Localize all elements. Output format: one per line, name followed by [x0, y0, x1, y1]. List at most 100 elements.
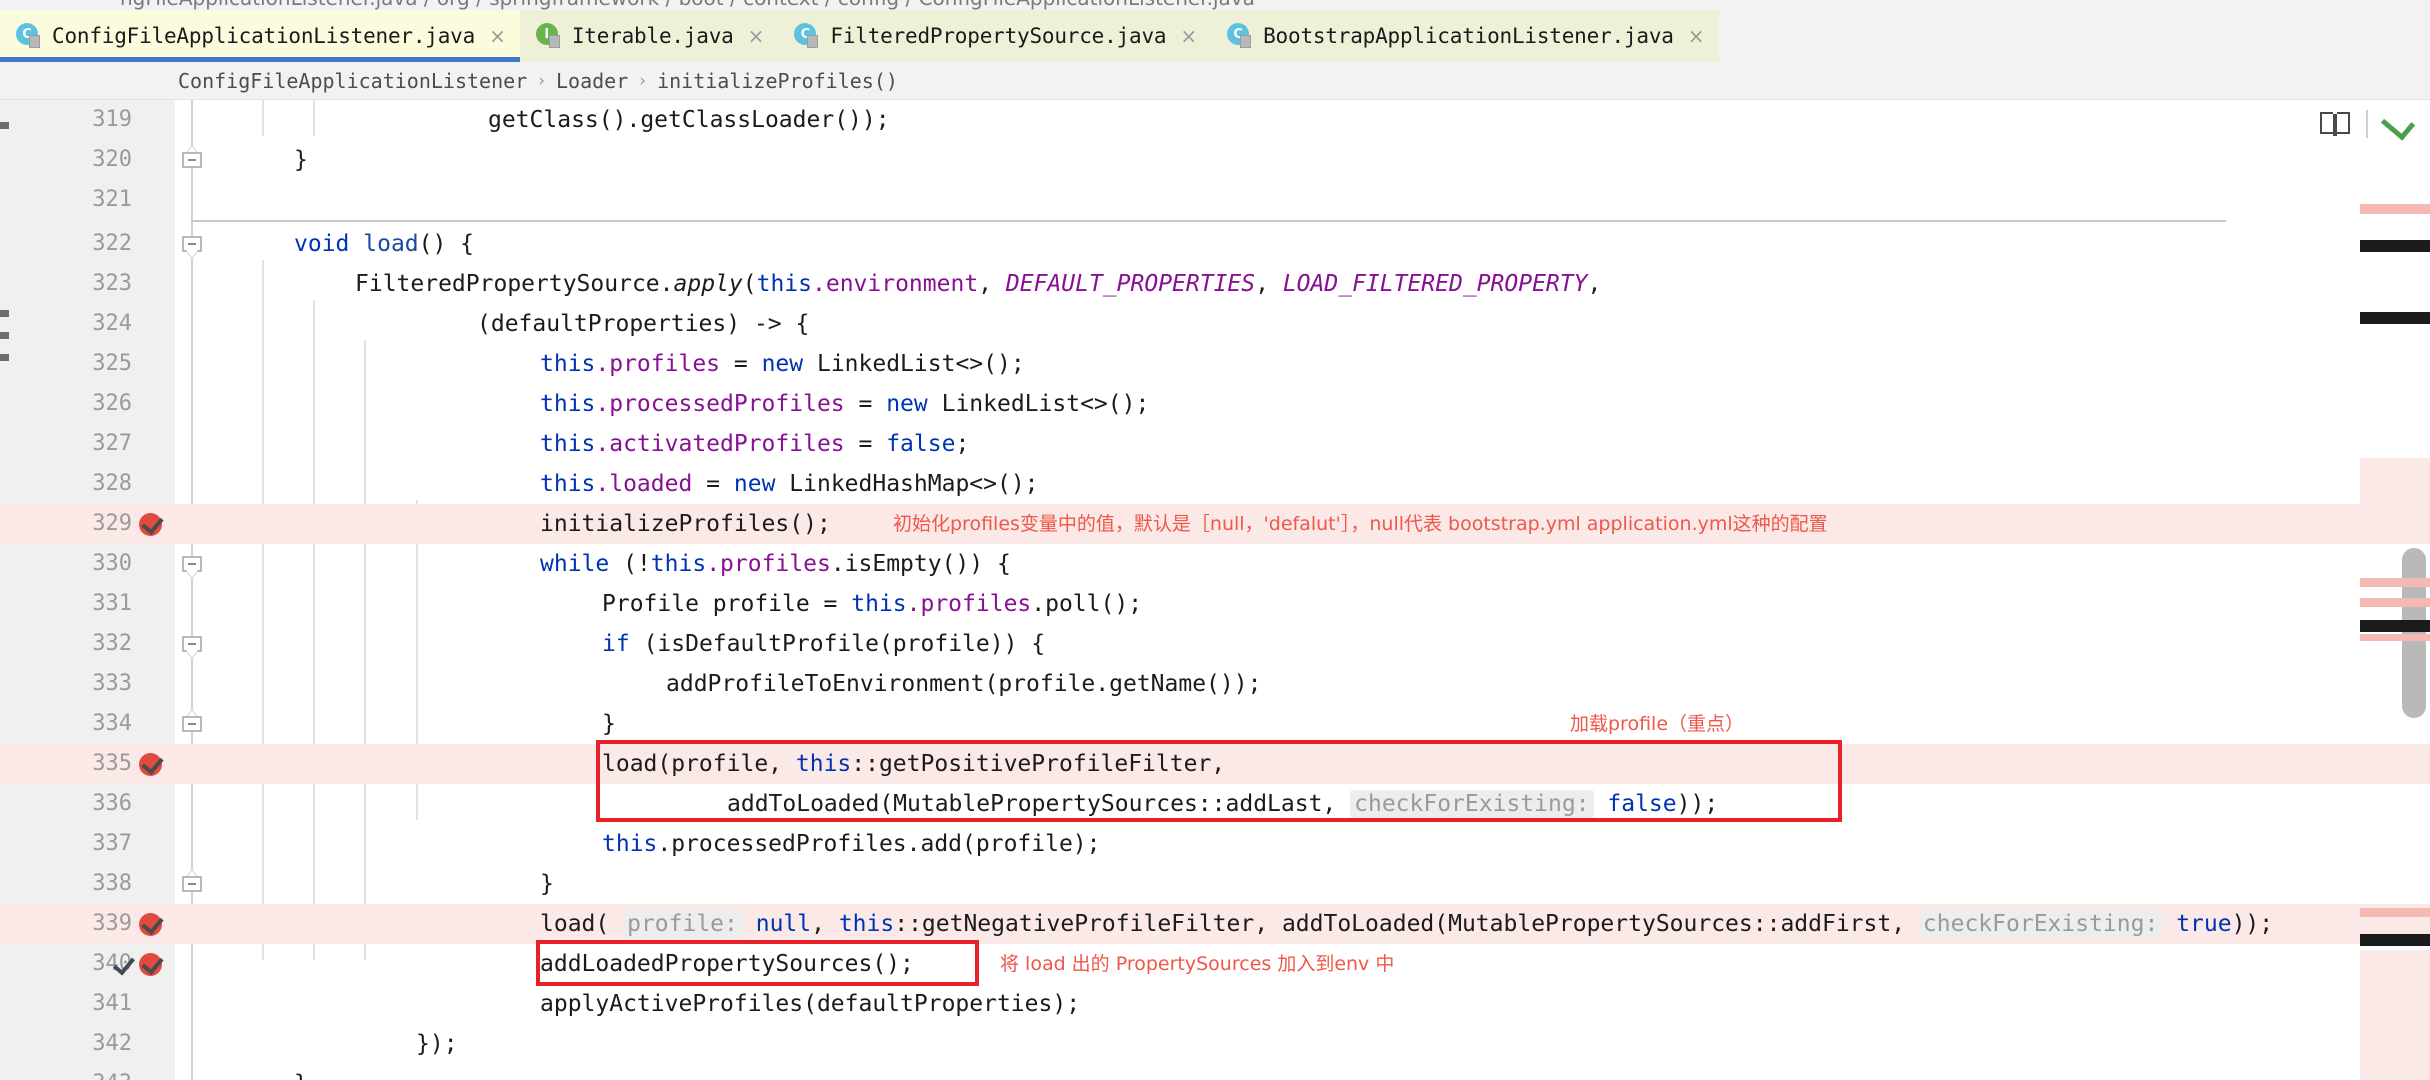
- token-const-load-filtered-property: LOAD_FILTERED_PROPERTY: [1282, 271, 1588, 297]
- close-icon[interactable]: ×: [1180, 26, 1197, 46]
- code-line[interactable]: 319 getClass().getClassLoader());: [0, 100, 2430, 140]
- token-method-apply: apply: [673, 271, 743, 297]
- code-line[interactable]: 324 (defaultProperties) -> {: [0, 304, 2430, 344]
- comment-initialize-profiles: 初始化profiles变量中的值，默认是［null，'defalut'］，nul…: [893, 513, 1828, 535]
- fold-expand-icon[interactable]: [182, 636, 202, 658]
- gutter-icons[interactable]: [48, 824, 174, 864]
- code-line[interactable]: 335 load(profile, this::getPositiveProfi…: [0, 744, 2430, 784]
- code-line[interactable]: 338 }: [0, 864, 2430, 904]
- breadcrumb-item-method[interactable]: initializeProfiles(): [657, 69, 898, 93]
- gutter-icons[interactable]: [48, 1024, 174, 1064]
- code-line[interactable]: 325 this.profiles = new LinkedList<>();: [0, 344, 2430, 384]
- editor-left-markers: [0, 100, 10, 1080]
- gutter-icons[interactable]: [48, 1064, 174, 1080]
- code-line[interactable]: 341 applyActiveProfiles(defaultPropertie…: [0, 984, 2430, 1024]
- gutter-icons[interactable]: [48, 704, 174, 744]
- gutter-icons[interactable]: [48, 424, 174, 464]
- code-line[interactable]: 321: [0, 180, 2430, 220]
- breakpoint-icon[interactable]: [139, 913, 162, 936]
- fold-collapse-icon[interactable]: [182, 710, 202, 736]
- gutter-icons[interactable]: [48, 744, 174, 784]
- close-icon[interactable]: ×: [1688, 26, 1705, 46]
- code-editor[interactable]: 319 getClass().getClassLoader()); 320 } …: [0, 100, 2430, 1080]
- gutter-icons[interactable]: [48, 100, 174, 140]
- tab-label: BootstrapApplicationListener.java: [1263, 24, 1674, 48]
- code-line[interactable]: 328 this.loaded = new LinkedHashMap<>();: [0, 464, 2430, 504]
- book-icon[interactable]: [2320, 112, 2350, 136]
- token-field-profiles: .profiles: [906, 591, 1032, 617]
- breakpoint-icon[interactable]: [139, 953, 162, 976]
- scroll-marker: [2360, 908, 2430, 917]
- code-line[interactable]: 343 }: [0, 1064, 2430, 1080]
- code-line[interactable]: 334 } 加载profile（重点）: [0, 704, 2430, 744]
- breadcrumb-item-inner-class[interactable]: Loader: [556, 69, 628, 93]
- scrollbar-thumb[interactable]: [2402, 548, 2426, 718]
- gutter-icons[interactable]: [48, 944, 174, 984]
- fold-expand-icon[interactable]: [182, 556, 202, 578]
- gutter-icons[interactable]: [48, 504, 174, 544]
- token-tail: ));: [2231, 911, 2274, 937]
- token-keyword-true: true: [2176, 911, 2232, 937]
- code-line[interactable]: 332 if (isDefaultProfile(profile)) {: [0, 624, 2430, 664]
- token-field-profiles: .profiles: [595, 351, 721, 377]
- fold-collapse-icon[interactable]: [182, 146, 202, 172]
- gutter-icons[interactable]: [48, 584, 174, 624]
- tab-configfileapplicationlistener[interactable]: C ConfigFileApplicationListener.java ×: [0, 10, 520, 62]
- tab-filteredpropertysource[interactable]: C FilteredPropertySource.java ×: [778, 10, 1212, 62]
- fold-expand-icon[interactable]: [182, 236, 202, 258]
- code-line[interactable]: 329 initializeProfiles(); 初始化profiles变量中…: [0, 504, 2430, 544]
- code-line[interactable]: 326 this.processedProfiles = new LinkedL…: [0, 384, 2430, 424]
- tab-iterable[interactable]: I Iterable.java ×: [519, 10, 779, 62]
- code-line[interactable]: 339 load( profile: null, this::getNegati…: [0, 904, 2430, 944]
- code-line[interactable]: 331 Profile profile = this.profiles.poll…: [0, 584, 2430, 624]
- gutter-icons[interactable]: [48, 664, 174, 704]
- token-method-load: load: [363, 231, 419, 257]
- code-line[interactable]: 337 this.processedProfiles.add(profile);: [0, 824, 2430, 864]
- gutter-icons[interactable]: [48, 224, 174, 264]
- code-text: });: [416, 1031, 458, 1057]
- breadcrumb-item-class[interactable]: ConfigFileApplicationListener: [178, 69, 527, 93]
- fold-collapse-icon[interactable]: [182, 870, 202, 896]
- gutter-icons[interactable]: [48, 180, 174, 220]
- breakpoint-icon[interactable]: [139, 753, 162, 776]
- code-line[interactable]: 340 addLoadedPropertySources(); 将 load 出…: [0, 944, 2430, 984]
- code-line[interactable]: 322 void load() {: [0, 224, 2430, 264]
- marker: [0, 332, 9, 339]
- close-icon[interactable]: ×: [748, 26, 765, 46]
- tab-bootstrapapplicationlistener[interactable]: C BootstrapApplicationListener.java ×: [1211, 10, 1719, 62]
- gutter-icons[interactable]: [48, 464, 174, 504]
- close-icon[interactable]: ×: [489, 26, 506, 46]
- code-line[interactable]: 330 while (!this.profiles.isEmpty()) {: [0, 544, 2430, 584]
- token-keyword-new: new: [886, 391, 928, 417]
- token-type-profile: Profile profile =: [602, 591, 852, 617]
- token-brace: () {: [418, 231, 475, 257]
- gutter-icons[interactable]: [48, 904, 174, 944]
- code-line[interactable]: 333 addProfileToEnvironment(profile.getN…: [0, 664, 2430, 704]
- gutter-icons[interactable]: [48, 384, 174, 424]
- breakpoint-icon[interactable]: [139, 513, 162, 536]
- code-line[interactable]: 323 FilteredPropertySource.apply(this.en…: [0, 264, 2430, 304]
- code-text: Profile profile = this.profiles.poll();: [602, 584, 1142, 624]
- gutter-icons[interactable]: [48, 544, 174, 584]
- code-line[interactable]: 336 addToLoaded(MutablePropertySources::…: [0, 784, 2430, 824]
- gutter-icons[interactable]: [48, 140, 174, 180]
- code-line[interactable]: 320 }: [0, 140, 2430, 180]
- ide-editor-window: ngFileApplicationListener.java / org / s…: [0, 0, 2430, 1080]
- gutter-icons[interactable]: [48, 784, 174, 824]
- token-field-environment: .environment: [812, 271, 979, 297]
- gutter-icons[interactable]: [48, 264, 174, 304]
- gutter-icons[interactable]: [48, 864, 174, 904]
- code-line[interactable]: 327 this.activatedProfiles = false;: [0, 424, 2430, 464]
- gutter-icons[interactable]: [48, 624, 174, 664]
- editor-scrollbar[interactable]: [2360, 100, 2430, 1080]
- code-line[interactable]: 342 });: [0, 1024, 2430, 1064]
- token-poll: .poll();: [1031, 591, 1143, 617]
- gutter-icons[interactable]: [48, 984, 174, 1024]
- gutter-icons[interactable]: [48, 304, 174, 344]
- tab-label: Iterable.java: [571, 24, 734, 48]
- token-field-activatedprofiles: .activatedProfiles: [595, 431, 845, 457]
- window-top-strip: ngFileApplicationListener.java / org / s…: [0, 0, 2430, 10]
- gutter-icons[interactable]: [48, 344, 174, 384]
- code-text: while (!this.profiles.isEmpty()) {: [540, 551, 1011, 577]
- code-text: }: [294, 147, 308, 173]
